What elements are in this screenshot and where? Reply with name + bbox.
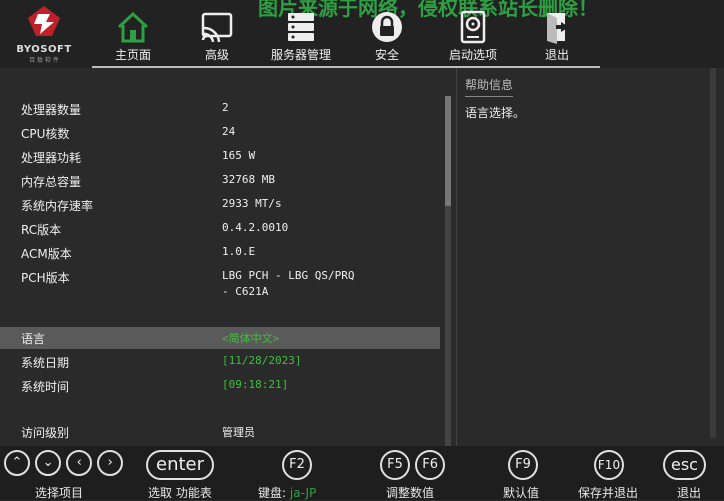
info-label: 系统内存速率 (21, 199, 94, 213)
info-label: 处理器数量 (21, 103, 82, 117)
menu-label-advanced: 高级 (204, 48, 229, 62)
exit-icon (547, 13, 569, 44)
f10-key-cap: F10 (594, 450, 624, 480)
keyboard-layout: ja-JP (289, 486, 317, 500)
down-arrow-icon: ⌄ (35, 450, 62, 476)
f2-key-cap: F2 (282, 450, 312, 480)
menu-item-exit[interactable]: 退出 (512, 10, 602, 63)
f5-key-cap: F5 (380, 450, 410, 480)
info-value-line2: - C621A (222, 285, 269, 298)
esc-key-cap: esc (663, 450, 706, 480)
menu-item-boot[interactable]: 启动选项 (428, 10, 518, 63)
menu-label-security: 安全 (374, 48, 399, 62)
enter-key-label: 选取 功能表 (148, 486, 212, 500)
setting-row-access-level: 访问级别 管理员 (0, 421, 440, 443)
info-value: 1.0.E (222, 245, 256, 258)
esc-key: esc (663, 450, 706, 480)
f5-f6-key-label: 调整数值 (386, 486, 435, 500)
info-label: ACM版本 (21, 247, 72, 261)
setting-label: 访问级别 (21, 426, 70, 440)
setting-row-date[interactable]: 系统日期 [11/28/2023] (0, 351, 440, 373)
setting-label: 系统日期 (21, 356, 70, 370)
language-select[interactable]: <简体中文> (222, 330, 279, 346)
f9-key: F9 (508, 450, 538, 480)
menu-item-advanced[interactable]: 高级 (172, 10, 262, 63)
f6-key-cap: F6 (415, 450, 446, 480)
esc-key-label: 退出 (677, 486, 702, 500)
info-row-processor-count: 处理器数量 2 (0, 98, 440, 120)
cast-icon (201, 12, 233, 43)
main-panel: 处理器数量 2 CPU核数 24 处理器功耗 165 W 内存总容量 32768… (0, 68, 452, 446)
info-row-memory-speed: 系统内存速率 2933 MT/s (0, 194, 440, 216)
access-level-value: 管理员 (222, 426, 255, 439)
f2-key-label: 键盘: ja-JP (258, 484, 316, 501)
info-value: LBG PCH - LBG QS/PRQ (222, 269, 355, 282)
main-scrollbar-thumb[interactable] (445, 96, 451, 206)
f10-key-label: 保存并退出 (578, 486, 639, 500)
info-label: 处理器功耗 (21, 151, 82, 165)
menu-label-main: 主页面 (114, 48, 151, 62)
menu-label-boot: 启动选项 (448, 48, 497, 62)
f9-key-cap: F9 (508, 450, 538, 480)
left-arrow-icon: ‹ (66, 450, 93, 476)
server-icon (288, 13, 314, 41)
f9-key-label: 默认值 (503, 486, 540, 500)
info-row-acm-version: ACM版本 1.0.E (0, 242, 440, 264)
menu-label-exit: 退出 (544, 48, 569, 62)
home-icon (117, 11, 149, 43)
right-arrow-icon: › (97, 450, 124, 476)
f10-key: F10 (594, 450, 624, 480)
info-row-memory-size: 内存总容量 32768 MB (0, 170, 440, 192)
main-menu: 主页面 高级 服务器管理 安全 启动选项 退出 (0, 10, 724, 66)
f2-key: F2 (282, 450, 312, 480)
help-text: 语言选择。 (465, 106, 526, 120)
enter-key: enter (146, 450, 215, 480)
time-field[interactable]: [09:18:21] (222, 378, 288, 391)
help-panel: 帮助信息 语言选择。 (456, 68, 724, 446)
arrow-keys-label: 选择项目 (35, 486, 84, 500)
info-label: RC版本 (21, 223, 62, 237)
menu-item-main[interactable]: 主页面 (88, 10, 178, 63)
key-hint-bar: ⌃ ⌄ ‹ › 选择项目 enter 选取 功能表 F2 键盘: ja-JP F… (0, 446, 724, 500)
info-value: 2933 MT/s (222, 197, 282, 210)
info-row-cpu-cores: CPU核数 24 (0, 122, 440, 144)
setting-label: 语言 (21, 332, 46, 346)
info-value: 165 W (222, 149, 256, 162)
arrow-keys: ⌃ ⌄ ‹ › (4, 450, 124, 476)
info-value: 2 (222, 101, 229, 114)
info-row-processor-power: 处理器功耗 165 W (0, 146, 440, 168)
setting-row-language[interactable]: 语言 <简体中文> (0, 327, 440, 349)
up-arrow-icon: ⌃ (4, 450, 30, 476)
info-label: PCH版本 (21, 271, 70, 285)
help-title: 帮助信息 (465, 76, 514, 97)
setting-label: 系统时间 (21, 380, 70, 394)
disk-icon (460, 10, 486, 44)
setting-row-time[interactable]: 系统时间 [09:18:21] (0, 375, 440, 397)
help-scrollbar[interactable] (710, 68, 716, 438)
info-row-pch-version: PCH版本 LBG PCH - LBG QS/PRQ - C621A (0, 266, 440, 302)
top-bar: BYOSOFT 百 敖 软 件 图片来源于网络，侵权联系站长删除！ 主页面 高级 (0, 0, 724, 68)
lock-icon (372, 12, 402, 42)
menu-item-security[interactable]: 安全 (342, 10, 432, 63)
date-field[interactable]: [11/28/2023] (222, 354, 301, 367)
f5-f6-keys: F5 F6 (380, 450, 446, 480)
f2-label-text: 键盘: (258, 486, 287, 500)
menu-item-server[interactable]: 服务器管理 (256, 10, 346, 63)
info-label: 内存总容量 (21, 175, 82, 189)
info-value: 32768 MB (222, 173, 275, 186)
info-label: CPU核数 (21, 127, 70, 141)
enter-key-cap: enter (146, 450, 215, 480)
menu-label-server: 服务器管理 (270, 48, 331, 62)
info-row-rc-version: RC版本 0.4.2.0010 (0, 218, 440, 240)
info-value: 24 (222, 125, 236, 138)
info-value: 0.4.2.0010 (222, 221, 289, 234)
